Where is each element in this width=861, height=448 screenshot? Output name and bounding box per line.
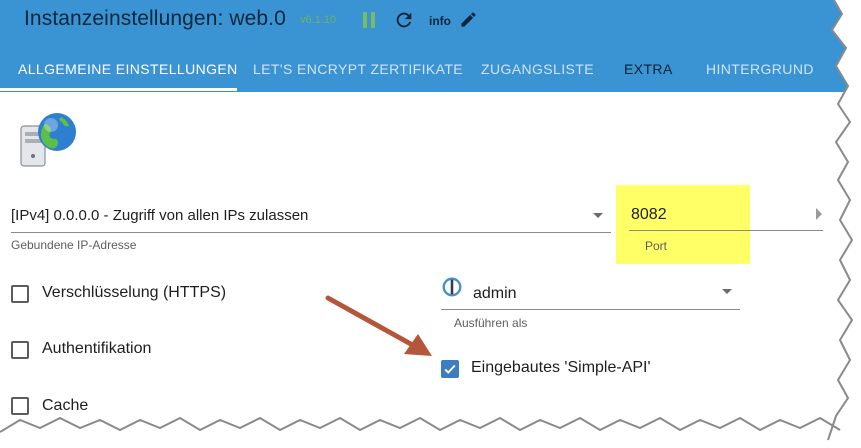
tab-general-settings[interactable]: ALLGEMEINE EINSTELLUNGEN	[18, 61, 238, 77]
run-as-helper: Ausführen als	[454, 316, 528, 330]
simple-api-label: Eingebautes 'Simple-API'	[471, 359, 651, 376]
port-highlight	[616, 185, 750, 264]
tab-extra[interactable]: EXTRA	[624, 61, 673, 77]
power-icon	[442, 277, 462, 297]
annotation-arrow-icon	[325, 295, 432, 356]
authentication-checkbox[interactable]	[11, 341, 29, 359]
authentication-label: Authentifikation	[42, 340, 152, 357]
dialog-header: Instanzeinstellungen: web.0 v6.1.10 info	[0, 0, 861, 46]
ip-select-underline	[11, 232, 611, 233]
https-checkbox[interactable]	[11, 285, 29, 303]
tab-bar: ALLGEMEINE EINSTELLUNGEN LET'S ENCRYPT Z…	[0, 46, 861, 92]
checkmark-icon	[444, 364, 456, 374]
port-input[interactable]: 8082	[631, 206, 667, 224]
info-button[interactable]: info	[429, 14, 451, 28]
pause-icon[interactable]	[362, 12, 376, 28]
port-helper: Port	[645, 239, 668, 253]
scroll-right-icon[interactable]	[816, 208, 822, 220]
tab-background[interactable]: HINTERGRUND	[706, 61, 814, 77]
version-label: v6.1.10	[300, 14, 337, 26]
simple-api-checkbox[interactable]	[441, 360, 459, 378]
cache-label: Cache	[42, 397, 89, 414]
active-tab-indicator	[0, 88, 237, 91]
run-as-dropdown-icon[interactable]	[722, 289, 732, 294]
dialog-title: Instanzeinstellungen: web.0	[24, 7, 286, 30]
instance-settings-dialog: Instanzeinstellungen: web.0 v6.1.10 info…	[0, 0, 861, 448]
refresh-icon[interactable]	[393, 9, 415, 31]
tab-access-list[interactable]: ZUGANGSLISTE	[481, 61, 594, 77]
run-as-select[interactable]: admin	[473, 285, 517, 303]
ip-address-select[interactable]: [IPv4] 0.0.0.0 - Zugriff von allen IPs z…	[11, 207, 308, 224]
run-as-underline	[441, 309, 740, 310]
pencil-icon[interactable]	[459, 10, 478, 29]
https-label: Verschlüsselung (HTTPS)	[42, 284, 227, 301]
server-globe-icon	[20, 113, 76, 167]
ip-select-helper: Gebundene IP-Adresse	[11, 238, 137, 252]
cache-checkbox[interactable]	[11, 397, 29, 415]
ip-select-dropdown-icon[interactable]	[593, 213, 603, 218]
tab-lets-encrypt[interactable]: LET'S ENCRYPT ZERTIFIKATE	[253, 61, 463, 77]
port-input-underline	[629, 230, 823, 231]
